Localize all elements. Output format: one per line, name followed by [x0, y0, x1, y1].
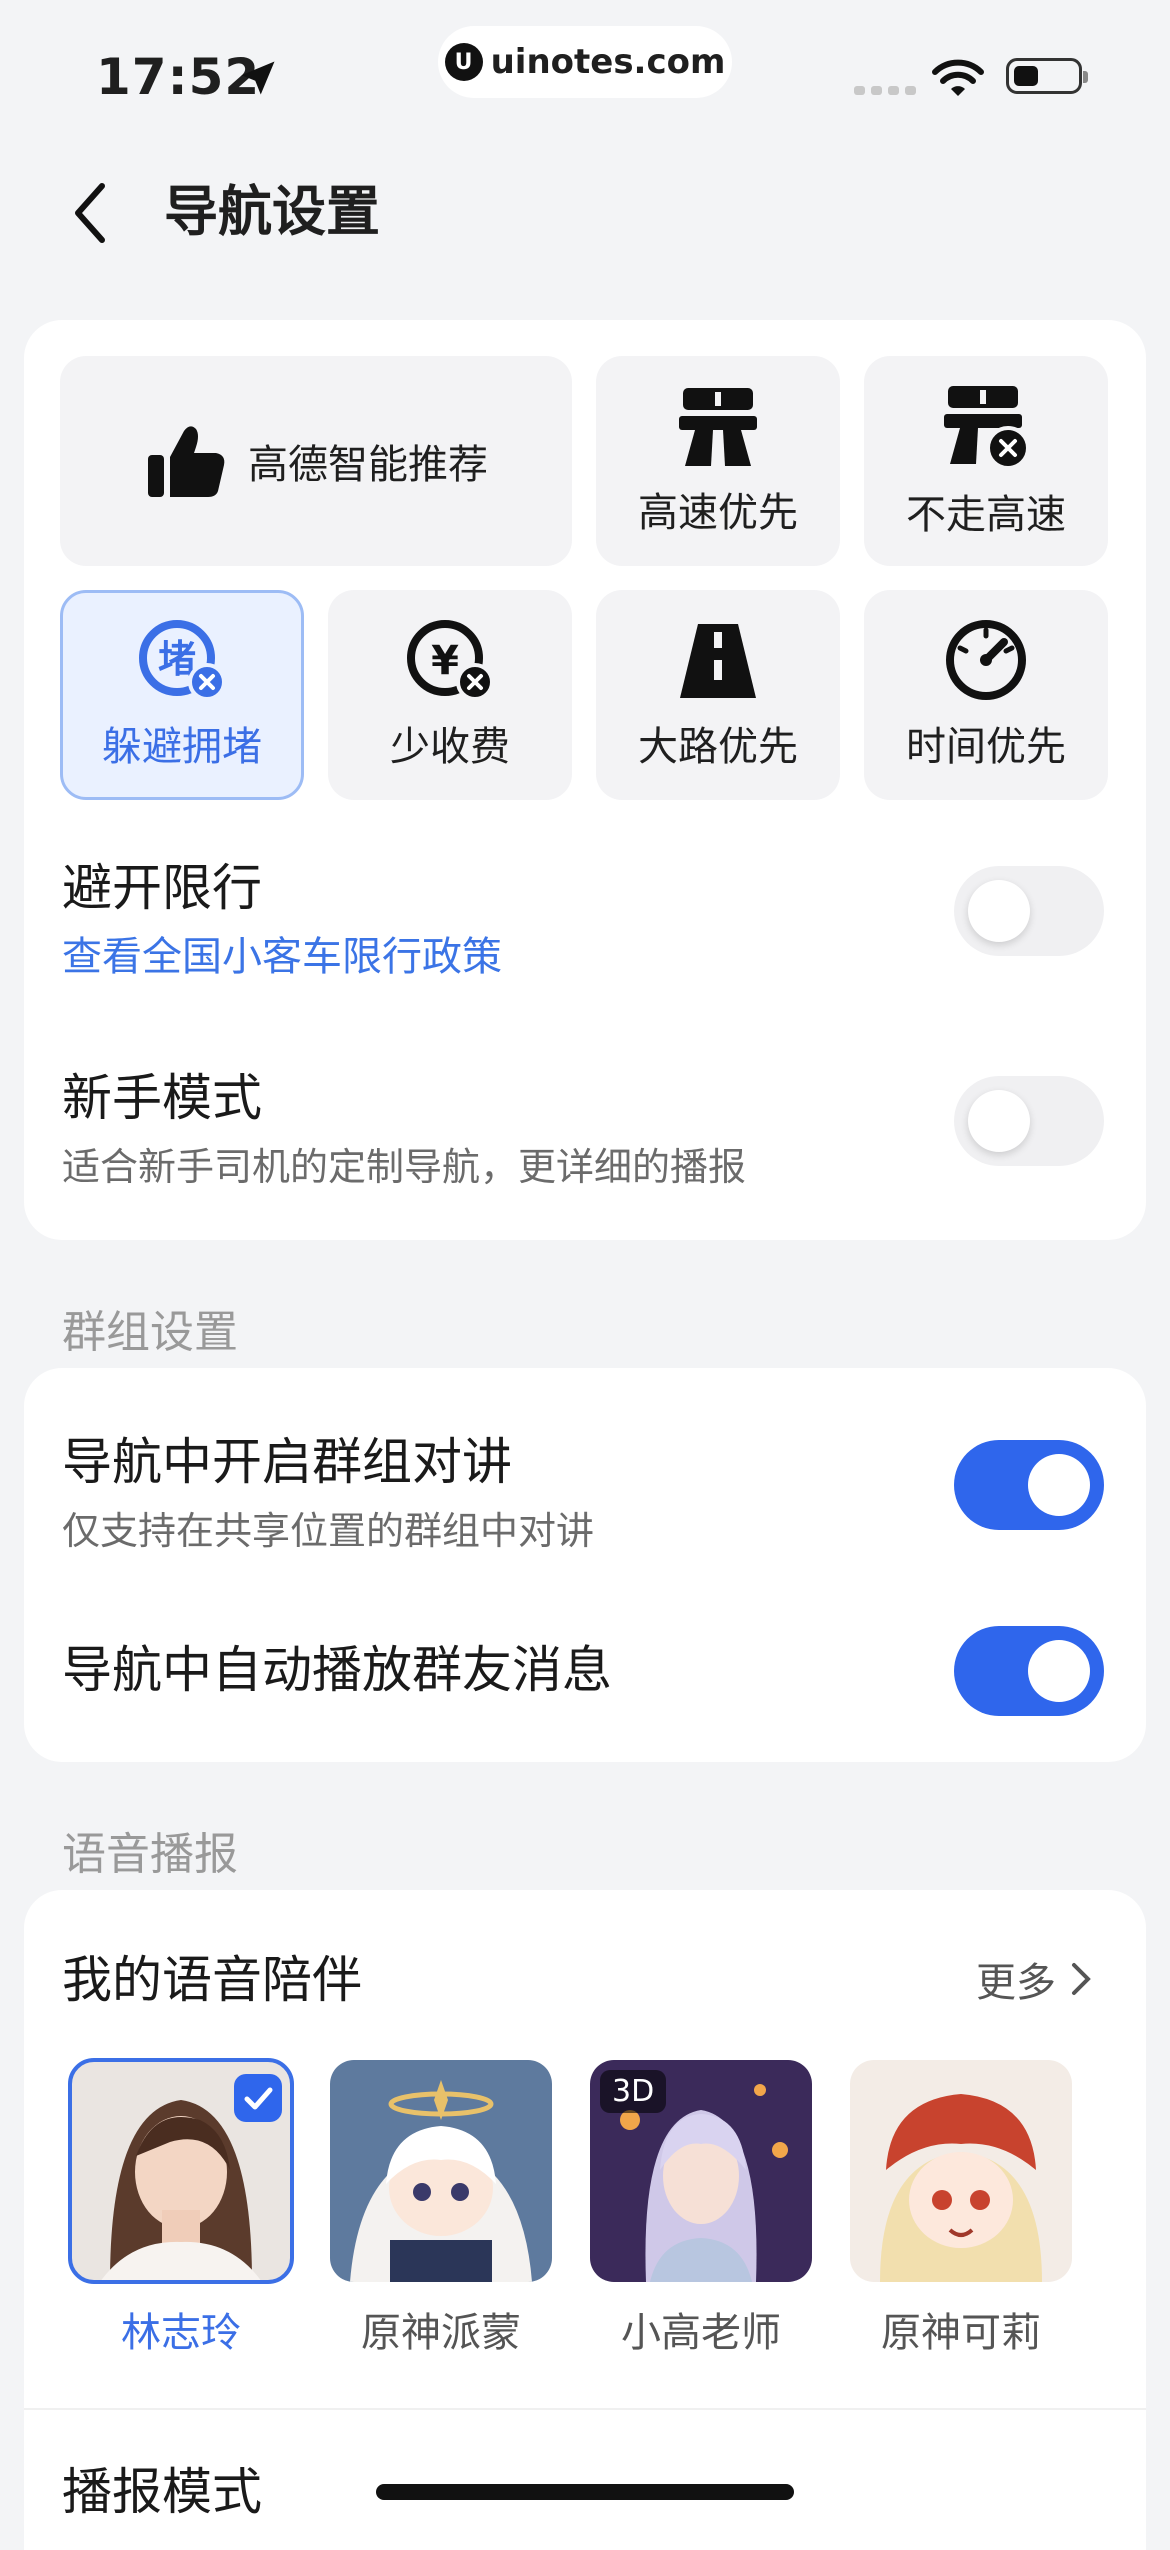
no-highway-icon	[944, 386, 1030, 470]
voice-name: 原神派蒙	[361, 2310, 521, 2356]
group-settings-card: 导航中开启群组对讲 仅支持在共享位置的群组中对讲 导航中自动播放群友消息	[24, 1368, 1146, 1762]
route-preferences-card: 高德智能推荐 高速优先 不走高速 堵 躲避拥堵 ¥ 少收费 大路优先 时间优先 …	[24, 320, 1146, 1240]
back-chevron-icon[interactable]	[66, 178, 116, 248]
route-option-no-toll[interactable]: ¥ 少收费	[328, 590, 572, 800]
auto-play-toggle[interactable]	[954, 1626, 1104, 1716]
route-option-label: 高德智能推荐	[248, 442, 488, 488]
page-title: 导航设置	[164, 180, 380, 243]
voice-companion-title: 我的语音陪伴	[62, 1951, 362, 2009]
route-option-label: 高速优先	[638, 490, 798, 536]
speedometer-icon	[946, 620, 1026, 700]
voice-name: 林志玲	[121, 2310, 241, 2356]
voice-avatar-klee[interactable]	[850, 2060, 1072, 2282]
route-option-label: 时间优先	[906, 724, 1066, 770]
selected-check-icon	[234, 2074, 282, 2122]
novice-mode-subtitle: 适合新手司机的定制导航，更详细的播报	[62, 1145, 747, 1189]
route-option-label: 躲避拥堵	[102, 724, 262, 770]
location-arrow-icon	[241, 61, 275, 95]
group-talk-subtitle: 仅支持在共享位置的群组中对讲	[62, 1509, 595, 1553]
battery-icon	[1006, 58, 1088, 94]
home-indicator[interactable]	[376, 2484, 794, 2500]
divider	[24, 2408, 1146, 2410]
route-option-label: 不走高速	[906, 492, 1066, 538]
group-talk-title: 导航中开启群组对讲	[62, 1433, 512, 1491]
novice-mode-title: 新手模式	[62, 1069, 262, 1127]
more-label: 更多	[976, 1960, 1056, 2006]
voice-name: 小高老师	[621, 2310, 781, 2356]
no-toll-icon: ¥	[407, 620, 494, 701]
route-option-avoid-congestion[interactable]: 堵 躲避拥堵	[60, 590, 304, 800]
more-link[interactable]: 更多	[976, 1950, 1094, 2008]
restriction-policy-link[interactable]: 查看全国小客车限行政策	[62, 924, 502, 982]
route-option-label: 大路优先	[638, 724, 798, 770]
group-section-label: 群组设置	[62, 1307, 238, 1358]
group-talk-toggle[interactable]	[954, 1440, 1104, 1530]
status-bar: 17:52 U uinotes.com	[0, 0, 1170, 150]
main-road-icon	[680, 624, 756, 698]
avoid-restriction-title: 避开限行	[62, 859, 262, 917]
wifi-icon	[932, 59, 984, 96]
chevron-right-icon	[1072, 1963, 1091, 1995]
route-option-time-first[interactable]: 时间优先	[864, 590, 1108, 800]
voice-name: 原神可莉	[881, 2310, 1041, 2356]
url-text: uinotes.com	[490, 42, 726, 82]
broadcast-mode-title[interactable]: 播报模式	[62, 2452, 262, 2524]
voice-avatar-lin[interactable]	[68, 2058, 294, 2284]
url-pill: U uinotes.com	[438, 26, 732, 98]
site-logo-icon: U	[444, 43, 483, 81]
voice-avatar-paimon[interactable]	[330, 2060, 552, 2282]
voice-avatar-xiaogao[interactable]: 3D	[590, 2060, 812, 2282]
auto-play-title: 导航中自动播放群友消息	[62, 1641, 612, 1699]
highway-icon	[679, 388, 757, 466]
svg-text:¥: ¥	[431, 638, 459, 684]
3d-badge: 3D	[600, 2070, 667, 2113]
signal-icon	[854, 86, 916, 95]
route-option-smart[interactable]: 高德智能推荐	[60, 356, 572, 566]
route-option-no-highway[interactable]: 不走高速	[864, 356, 1108, 566]
route-option-main-road[interactable]: 大路优先	[596, 590, 840, 800]
avoid-restriction-toggle[interactable]	[954, 866, 1104, 956]
voice-section-label: 语音播报	[62, 1829, 238, 1880]
route-option-label: 少收费	[390, 724, 510, 770]
thumbs-up-icon	[148, 426, 225, 497]
route-option-highway[interactable]: 高速优先	[596, 356, 840, 566]
novice-mode-toggle[interactable]	[954, 1076, 1104, 1166]
avoid-congestion-icon: 堵	[139, 620, 226, 701]
